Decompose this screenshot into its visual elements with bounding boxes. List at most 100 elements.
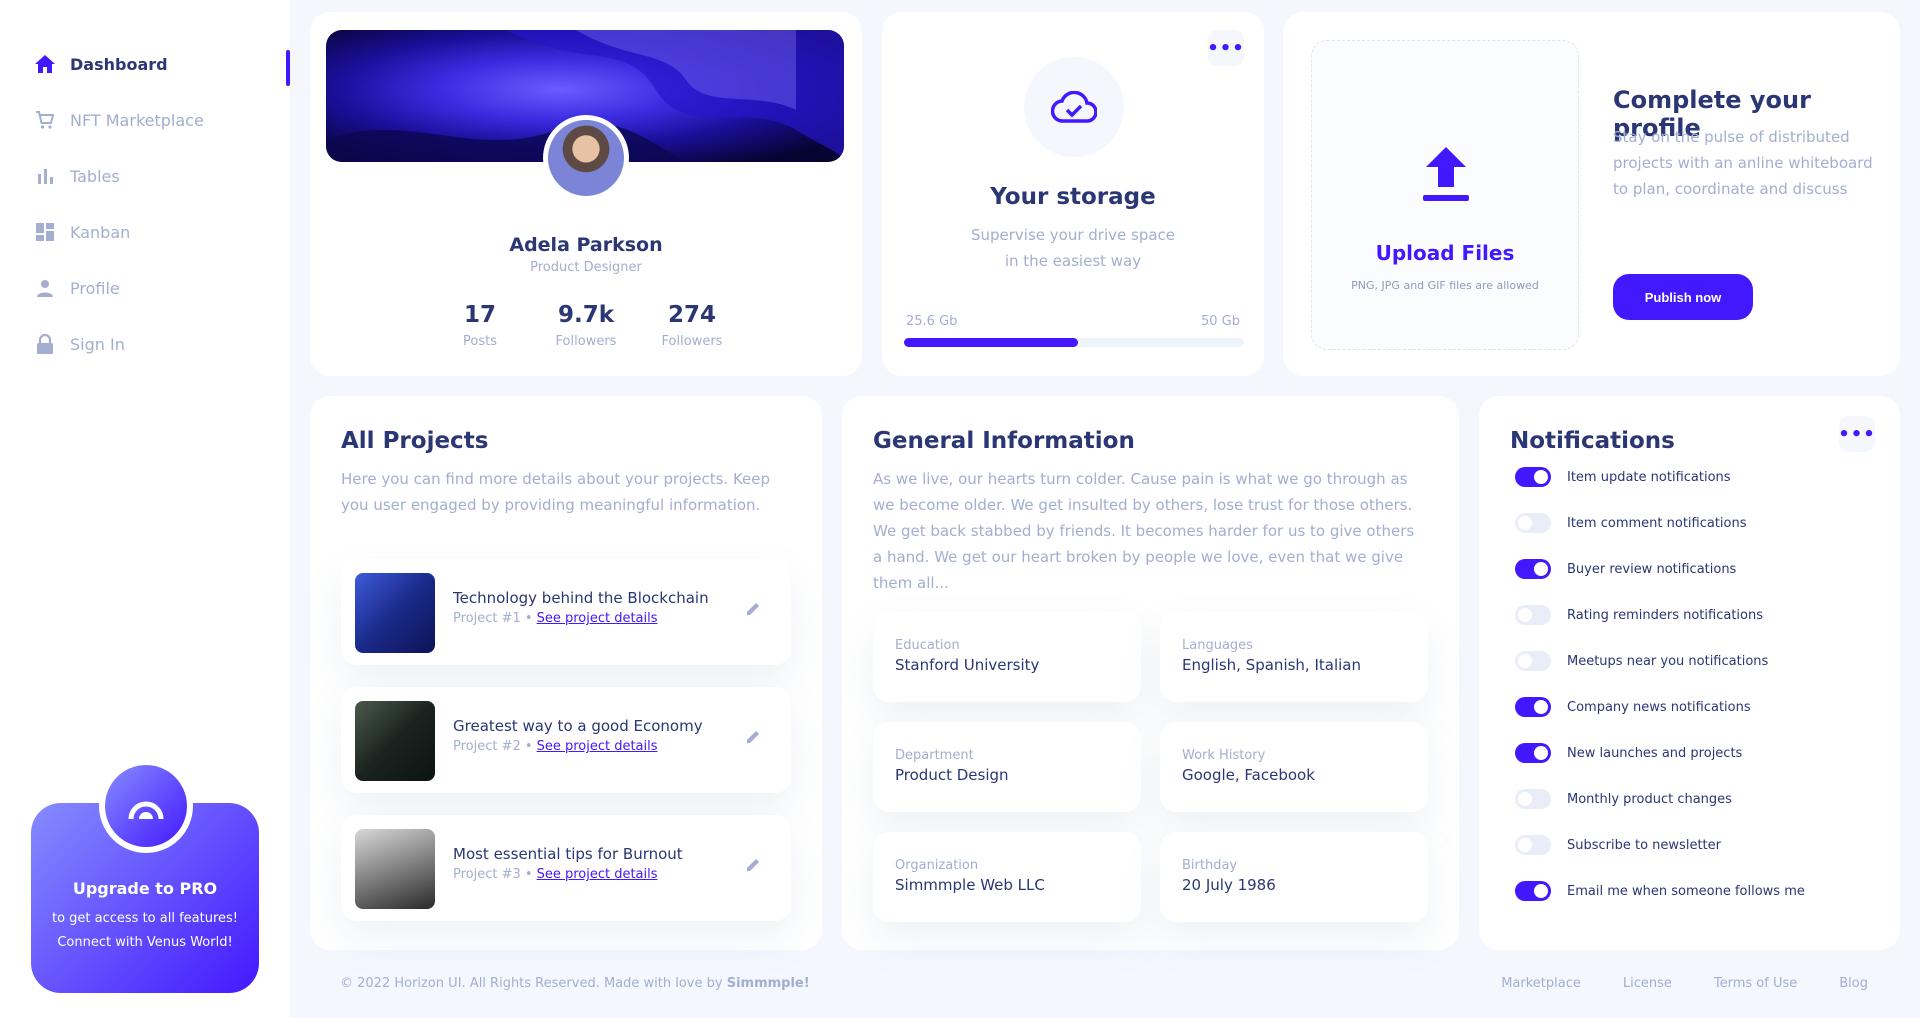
profile-card: Adela Parkson Product Designer 17 Posts …: [310, 12, 862, 376]
publish-now-button[interactable]: Publish now: [1613, 274, 1753, 320]
upload-dropzone[interactable]: Upload Files PNG, JPG and GIF files are …: [1311, 40, 1579, 350]
storage-progress-bar: [904, 338, 1244, 347]
notification-toggle[interactable]: [1515, 697, 1551, 717]
project-title: Most essential tips for Burnout: [453, 845, 683, 863]
more-options-button[interactable]: •••: [1207, 30, 1244, 66]
footer-link-license[interactable]: License: [1623, 976, 1672, 991]
storage-progress-fill: [904, 338, 1079, 347]
project-thumbnail: [355, 701, 435, 781]
upgrade-desc: to get access to all features! Connect w…: [51, 911, 239, 950]
notifications-more-button[interactable]: •••: [1838, 416, 1876, 452]
profile-stats: 17 Posts 9.7k Followers 274 Followers: [310, 302, 862, 349]
notification-toggle[interactable]: [1515, 789, 1551, 809]
edit-pencil-icon[interactable]: [745, 857, 765, 877]
project-card: Most essential tips for Burnout Project …: [341, 815, 791, 921]
notifications-title: Notifications: [1510, 428, 1675, 454]
edit-pencil-icon[interactable]: [745, 729, 765, 749]
notifications-card: Notifications ••• Item update notificati…: [1479, 396, 1900, 950]
notification-toggle[interactable]: [1515, 743, 1551, 763]
project-card: Greatest way to a good Economy Project #…: [341, 687, 791, 793]
project-details-link[interactable]: See project details: [537, 739, 658, 754]
notification-row: Subscribe to newsletter: [1515, 833, 1721, 857]
notification-row: Email me when someone follows me: [1515, 879, 1805, 903]
project-thumbnail: [355, 573, 435, 653]
notification-label: Email me when someone follows me: [1567, 883, 1805, 899]
upgrade-card[interactable]: Upgrade to PRO to get access to all feat…: [31, 759, 259, 993]
footer-copyright: © 2022 Horizon UI. All Rights Reserved. …: [340, 976, 810, 991]
notification-row: Item comment notifications: [1515, 511, 1747, 535]
sidebar-item-kanban[interactable]: Kanban: [34, 204, 290, 260]
dashboard-grid-icon: [34, 221, 56, 243]
footer-brand-link[interactable]: Simmmple!: [727, 976, 810, 991]
upload-icon: [1423, 147, 1469, 201]
project-thumbnail: [355, 829, 435, 909]
project-title: Technology behind the Blockchain: [453, 589, 709, 607]
notification-label: Item update notifications: [1567, 469, 1731, 485]
stat-followers: 9.7k Followers: [555, 302, 617, 349]
notification-row: Monthly product changes: [1515, 787, 1732, 811]
projects-card: All Projects Here you can find more deta…: [310, 396, 822, 950]
project-details-link[interactable]: See project details: [537, 611, 658, 626]
notification-label: Rating reminders notifications: [1567, 607, 1763, 623]
sidebar-item-nft-marketplace[interactable]: NFT Marketplace: [34, 92, 290, 148]
bar-chart-icon: [34, 165, 56, 187]
notification-label: Subscribe to newsletter: [1567, 837, 1721, 853]
footer-link-terms[interactable]: Terms of Use: [1714, 976, 1797, 991]
info-work-history: Work History Google, Facebook: [1160, 722, 1428, 812]
notification-toggle[interactable]: [1515, 881, 1551, 901]
home-icon: [34, 53, 56, 75]
notification-toggle[interactable]: [1515, 513, 1551, 533]
avatar[interactable]: [543, 115, 629, 201]
general-info-desc: As we live, our hearts turn colder. Caus…: [873, 470, 1415, 592]
stat-posts: 17 Posts: [463, 302, 497, 349]
person-icon: [34, 277, 56, 299]
footer-link-marketplace[interactable]: Marketplace: [1501, 976, 1581, 991]
sidebar-item-profile[interactable]: Profile: [34, 260, 290, 316]
notification-toggle[interactable]: [1515, 605, 1551, 625]
sidebar-item-dashboard[interactable]: Dashboard: [34, 36, 290, 92]
upgrade-badge: [99, 759, 193, 853]
storage-total: 50 Gb: [1201, 314, 1240, 329]
more-dots-icon: •••: [1838, 423, 1876, 445]
sidebar: Dashboard NFT Marketplace Tables Kanban: [0, 0, 290, 1018]
notification-label: Monthly product changes: [1567, 791, 1732, 807]
sidebar-item-label: Kanban: [70, 222, 131, 242]
info-education: Education Stanford University: [873, 612, 1141, 702]
storage-desc: Supervise your drive space in the easies…: [970, 226, 1176, 270]
project-title: Greatest way to a good Economy: [453, 717, 703, 735]
notification-toggle[interactable]: [1515, 559, 1551, 579]
footer-link-blog[interactable]: Blog: [1839, 976, 1868, 991]
notification-toggle[interactable]: [1515, 835, 1551, 855]
notification-label: Item comment notifications: [1567, 515, 1747, 531]
project-meta: Project #2 • See project details: [453, 739, 658, 754]
cart-icon: [34, 109, 56, 131]
notification-row: Item update notifications: [1515, 465, 1731, 489]
storage-title: Your storage: [990, 184, 1156, 210]
sidebar-nav: Dashboard NFT Marketplace Tables Kanban: [34, 36, 290, 372]
sidebar-item-label: Tables: [70, 166, 120, 186]
notification-toggle[interactable]: [1515, 651, 1551, 671]
edit-pencil-icon[interactable]: [745, 601, 765, 621]
cloud-check-icon: [1024, 57, 1124, 157]
notification-row: Rating reminders notifications: [1515, 603, 1763, 627]
project-card: Technology behind the Blockchain Project…: [341, 559, 791, 665]
profile-role: Product Designer: [530, 260, 642, 275]
notification-label: Company news notifications: [1567, 699, 1751, 715]
sidebar-item-sign-in[interactable]: Sign In: [34, 316, 290, 372]
info-birthday: Birthday 20 July 1986: [1160, 832, 1428, 922]
lock-icon: [34, 333, 56, 355]
project-details-link[interactable]: See project details: [537, 867, 658, 882]
upload-card: Upload Files PNG, JPG and GIF files are …: [1283, 12, 1900, 376]
notification-row: Meetups near you notifications: [1515, 649, 1768, 673]
notification-row: New launches and projects: [1515, 741, 1742, 765]
notification-toggle[interactable]: [1515, 467, 1551, 487]
storage-card: ••• Your storage Supervise your drive sp…: [882, 12, 1264, 376]
storage-used: 25.6 Gb: [906, 314, 958, 329]
general-info-card: General Information As we live, our hear…: [842, 396, 1459, 950]
project-meta: Project #3 • See project details: [453, 867, 658, 882]
sidebar-item-tables[interactable]: Tables: [34, 148, 290, 204]
upgrade-title: Upgrade to PRO: [72, 879, 218, 898]
sidebar-item-label: Profile: [70, 278, 120, 298]
stat-following: 274 Followers: [661, 302, 723, 349]
info-languages: Languages English, Spanish, Italian: [1160, 612, 1428, 702]
